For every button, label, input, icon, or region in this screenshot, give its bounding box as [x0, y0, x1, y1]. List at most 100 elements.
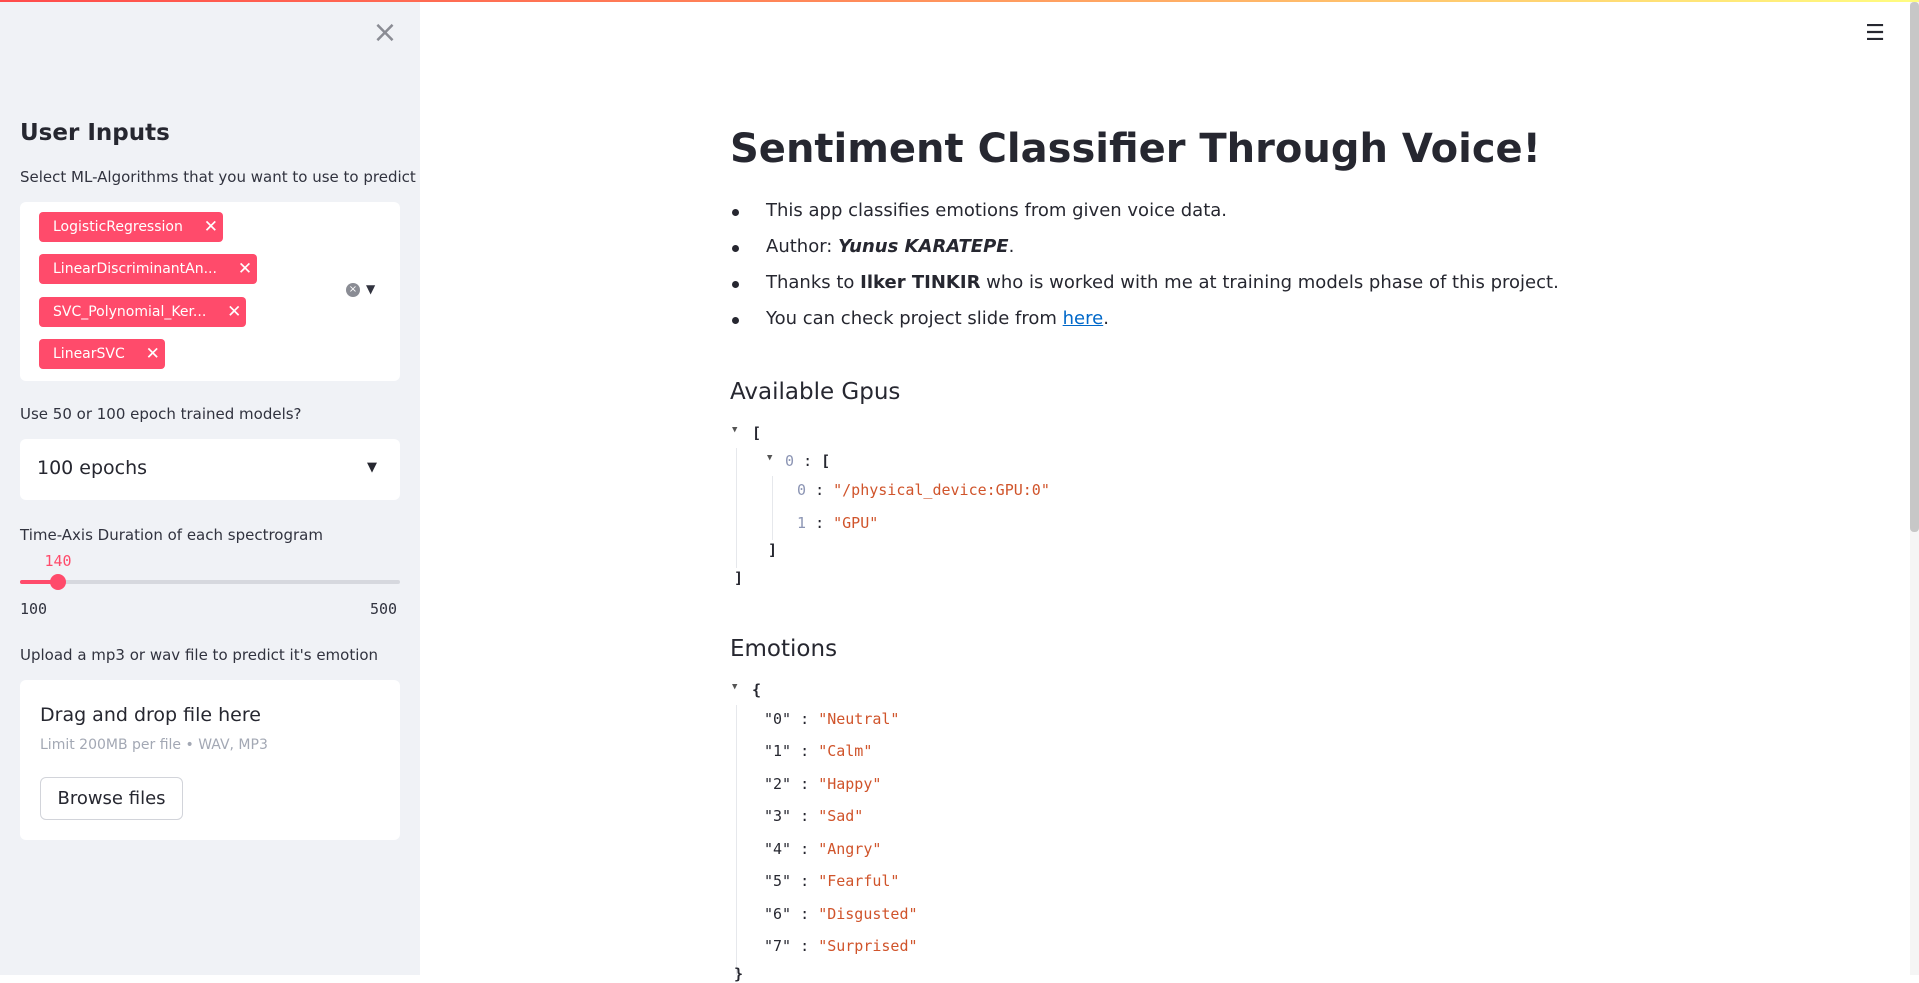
json-index: 0 — [797, 481, 807, 499]
json-string-value: "Sad" — [818, 807, 864, 825]
json-entry: "5" : "Fearful" — [764, 872, 899, 890]
epochs-select[interactable]: 100 epochs ▼ — [20, 439, 400, 500]
json-entry: "0" : "Neutral" — [764, 710, 899, 728]
slider-thumb[interactable] — [50, 574, 66, 590]
bullet-dot — [732, 209, 739, 216]
list-item-text: This app classifies emotions from given … — [766, 200, 1228, 221]
json-key: "2" — [764, 775, 792, 793]
thanks-prefix: Thanks to — [766, 272, 861, 293]
duration-slider-track[interactable] — [20, 574, 400, 590]
remove-tag-icon[interactable]: ✕ — [199, 217, 223, 237]
slider-label: Time-Axis Duration of each spectrogram — [20, 526, 323, 544]
clear-all-icon[interactable]: × — [346, 283, 360, 297]
thanks-suffix: who is worked with me at training models… — [980, 272, 1559, 293]
collapse-caret-icon[interactable]: ▼ — [767, 453, 772, 463]
remove-tag-icon[interactable]: ✕ — [222, 302, 246, 322]
json-bracket: [ — [752, 424, 762, 442]
slider-max-label: 500 — [370, 600, 398, 618]
slide-link[interactable]: here — [1063, 308, 1104, 329]
dropzone-limit: Limit 200MB per file • WAV, MP3 — [40, 737, 268, 753]
json-string-value: "/physical_device:GPU:0" — [833, 481, 1050, 499]
algorithm-tag: LinearDiscriminantAn... ✕ — [39, 254, 257, 284]
sidebar-heading: User Inputs — [20, 120, 170, 146]
sidebar: × User Inputs Select ML-Algorithms that … — [0, 0, 420, 975]
json-bracket: [ — [821, 452, 831, 470]
chevron-down-icon[interactable]: ▼ — [366, 282, 375, 296]
slider-min-label: 100 — [20, 600, 48, 618]
json-string-value: "Surprised" — [818, 937, 918, 955]
bullet-dot — [732, 245, 739, 252]
top-decoration-bar — [0, 0, 1919, 2]
hamburger-menu-icon[interactable]: ☰ — [1864, 22, 1886, 46]
algorithm-tag-label: SVC_Polynomial_Ker... — [53, 304, 207, 320]
json-colon: : — [800, 937, 810, 955]
json-colon: : — [800, 872, 810, 890]
remove-tag-icon[interactable]: ✕ — [233, 259, 257, 279]
gpus-section-title: Available Gpus — [730, 379, 901, 405]
json-string-value: "Calm" — [818, 742, 873, 760]
slide-prefix: You can check project slide from — [766, 308, 1063, 329]
json-bracket: ] — [768, 541, 778, 559]
json-indent-guide — [736, 705, 737, 975]
collapse-caret-icon[interactable]: ▼ — [732, 425, 737, 435]
dropzone-title: Drag and drop file here — [40, 704, 261, 726]
json-colon: : — [800, 840, 810, 858]
json-indent-guide — [772, 476, 773, 540]
main-content: Sentiment Classifier Through Voice! This… — [730, 0, 1830, 983]
chevron-down-icon[interactable]: ▼ — [367, 460, 377, 475]
json-brace: { — [752, 681, 762, 699]
json-entry: "3" : "Sad" — [764, 807, 863, 825]
json-brace: } — [734, 965, 744, 983]
json-string-value: "Disgusted" — [818, 905, 918, 923]
json-key: "0" — [764, 710, 792, 728]
epochs-selected-value: 100 epochs — [37, 457, 148, 479]
epochs-label: Use 50 or 100 epoch trained models? — [20, 405, 302, 423]
bullet-dot — [732, 281, 739, 288]
json-string-value: "Angry" — [818, 840, 882, 858]
file-dropzone[interactable]: Drag and drop file here Limit 200MB per … — [20, 680, 400, 840]
algorithm-tag-label: LinearDiscriminantAn... — [53, 261, 217, 277]
json-key: "7" — [764, 937, 792, 955]
slider-current-value: 140 — [44, 552, 72, 570]
scrollbar-thumb[interactable] — [1910, 2, 1919, 532]
json-key: "1" — [764, 742, 792, 760]
json-indent-guide — [736, 448, 737, 568]
json-entry: "7" : "Surprised" — [764, 937, 918, 955]
author-prefix: Author: — [766, 236, 839, 257]
bullet-dot — [732, 317, 739, 324]
slide-suffix: . — [1103, 308, 1109, 329]
json-index: 1 — [797, 514, 807, 532]
algorithm-tag: LogisticRegression ✕ — [39, 212, 223, 242]
algorithms-label: Select ML-Algorithms that you want to us… — [20, 168, 416, 186]
algorithms-multiselect[interactable]: LogisticRegression ✕ LinearDiscriminantA… — [20, 202, 400, 381]
json-colon: : — [815, 481, 825, 499]
json-entry: "2" : "Happy" — [764, 775, 881, 793]
close-icon[interactable]: × — [370, 18, 400, 48]
algorithm-tag: SVC_Polynomial_Ker... ✕ — [39, 297, 247, 327]
author-name: Yunus KARATEPE — [838, 236, 1009, 257]
json-bracket: ] — [734, 569, 744, 587]
upload-label: Upload a mp3 or wav file to predict it's… — [20, 646, 379, 664]
thanks-name: Ilker TINKIR — [860, 272, 981, 293]
json-entry: "1" : "Calm" — [764, 742, 872, 760]
json-index: 0 — [785, 452, 795, 470]
json-key: "3" — [764, 807, 792, 825]
list-item-text: Thanks to Ilker TINKIR who is worked wit… — [766, 272, 1559, 293]
collapse-caret-icon[interactable]: ▼ — [732, 682, 737, 692]
json-key: "4" — [764, 840, 792, 858]
json-key: "5" — [764, 872, 792, 890]
remove-tag-icon[interactable]: ✕ — [141, 344, 165, 364]
algorithm-tag: LinearSVC ✕ — [39, 339, 165, 369]
list-item-text: You can check project slide from here. — [766, 308, 1109, 329]
json-entry: "6" : "Disgusted" — [764, 905, 918, 923]
page-title: Sentiment Classifier Through Voice! — [730, 126, 1541, 172]
list-item-text: Author: Yunus KARATEPE. — [766, 236, 1014, 257]
json-string-value: "Fearful" — [818, 872, 900, 890]
json-entry: "4" : "Angry" — [764, 840, 881, 858]
json-key: "6" — [764, 905, 792, 923]
json-colon: : — [803, 452, 813, 470]
algorithm-tag-label: LogisticRegression — [53, 219, 183, 235]
browse-files-button[interactable]: Browse files — [40, 777, 183, 820]
json-colon: : — [800, 710, 810, 728]
json-colon: : — [800, 905, 810, 923]
